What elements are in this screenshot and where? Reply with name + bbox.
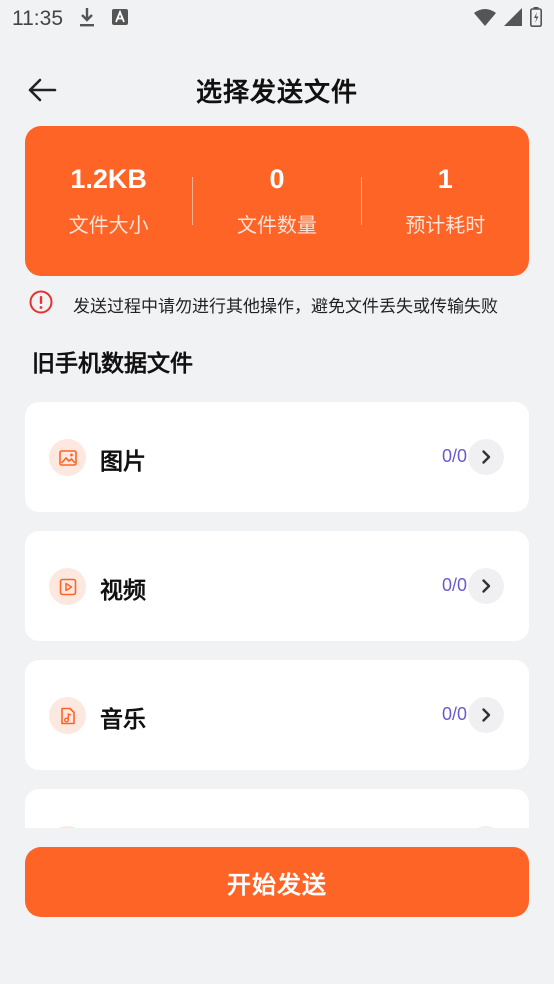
list-item-count: 0/0 [441, 446, 467, 466]
stat-value: 0 [269, 164, 285, 194]
stat-file-count: 0 文件数量 [193, 164, 360, 238]
list-item-partial[interactable] [25, 789, 529, 828]
status-bar: 11:35 [0, 0, 554, 38]
status-time: 11:35 [12, 7, 63, 30]
chevron-right-icon [482, 708, 491, 722]
open-music-button[interactable] [468, 697, 504, 733]
stat-file-size: 1.2KB 文件大小 [25, 164, 192, 238]
keyboard-a-icon [111, 8, 129, 30]
stat-value: 1 [437, 164, 453, 194]
file-category-list[interactable]: 图片 0/0 视频 0/0 音乐 0/0 [0, 390, 554, 828]
stats-card: 1.2KB 文件大小 0 文件数量 1 预计耗时 [25, 126, 529, 276]
battery-icon [530, 7, 542, 31]
list-item-label: 音乐 [100, 707, 146, 733]
stat-value: 1.2KB [70, 164, 147, 194]
list-item-label: 视频 [100, 578, 146, 604]
alert-icon [29, 290, 53, 318]
section-title: 旧手机数据文件 [32, 351, 193, 377]
page-title: 选择发送文件 [195, 77, 358, 108]
stat-label: 文件数量 [236, 213, 317, 237]
file-icon [49, 826, 86, 828]
open-item-button[interactable] [468, 826, 504, 828]
list-item-count: 0/0 [441, 575, 467, 595]
image-icon [49, 439, 86, 476]
chevron-right-icon [482, 450, 491, 464]
start-send-button[interactable]: 开始发送 [25, 847, 529, 917]
list-item-images[interactable]: 图片 0/0 [25, 402, 529, 512]
list-item-music[interactable]: 音乐 0/0 [25, 660, 529, 770]
stat-label: 文件大小 [68, 213, 149, 237]
back-arrow-icon [28, 78, 57, 102]
video-icon [49, 568, 86, 605]
signal-icon [504, 8, 522, 30]
chevron-right-icon [482, 579, 491, 593]
list-item-count: 0/0 [441, 704, 467, 724]
warning-text: 发送过程中请勿进行其他操作，避免文件丢失或传输失败 [73, 296, 498, 317]
header: 选择发送文件 [0, 62, 554, 118]
list-item-videos[interactable]: 视频 0/0 [25, 531, 529, 641]
stat-estimated-time: 1 预计耗时 [362, 164, 529, 238]
back-button[interactable] [26, 74, 58, 106]
wifi-icon [474, 8, 496, 30]
open-images-button[interactable] [468, 439, 504, 475]
music-icon [49, 697, 86, 734]
list-item-label: 图片 [100, 449, 146, 475]
download-icon [77, 6, 97, 32]
stat-label: 预计耗时 [405, 213, 486, 237]
open-videos-button[interactable] [468, 568, 504, 604]
warning-notice: 发送过程中请勿进行其他操作，避免文件丢失或传输失败 [29, 290, 549, 318]
